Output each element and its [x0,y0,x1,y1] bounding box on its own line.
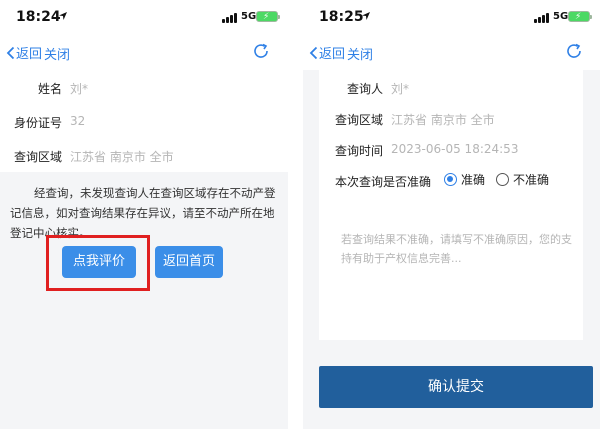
status-bar: 18:25 5G ⚡ [303,0,600,34]
network-type: 5G [553,11,569,22]
field-row-query-area: 查询区域 江苏省 南京市 全市 [0,138,288,172]
radio-accurate-label: 准确 [461,173,486,187]
radio-selected-icon [444,173,457,186]
field-value: 江苏省 南京市 全市 [391,113,495,127]
location-arrow-icon [362,12,370,20]
refresh-icon[interactable] [252,42,270,60]
location-arrow-icon [59,12,67,20]
field-value: 32 [70,114,86,128]
nav-bar: 返回 关闭 [303,34,600,70]
field-row-requester: 查询人 刘* [319,70,583,101]
left-phone-screen: 18:24 5G ⚡ 返回 关闭 姓名 刘* 身份证号 32 查询区域 江苏省 … [0,0,288,429]
field-value: 2023-06-05 18:24:53 [391,142,519,156]
field-label: 查询人 [347,82,384,96]
status-bar: 18:24 5G ⚡ [0,0,288,34]
back-label: 返回 [319,47,346,62]
field-value: 刘* [70,82,89,96]
rate-button[interactable]: 点我评价 [62,246,136,278]
network-type: 5G [241,11,257,22]
battery-icon: ⚡ [256,11,280,22]
chevron-left-icon [6,46,15,59]
result-message: 经查询，未发现查询人在查询区域存在不动产登记信息，如对查询结果存在异议，请至不动… [10,186,276,240]
back-button[interactable]: 返回 [309,43,345,62]
back-button[interactable]: 返回 [6,43,42,62]
screenshot-stage: 18:24 5G ⚡ 返回 关闭 姓名 刘* 身份证号 32 查询区域 江苏省 … [0,0,600,429]
radio-inaccurate-label: 不准确 [513,173,550,187]
accuracy-label: 本次查询是否准确 [335,175,432,189]
field-value: 江苏省 南京市 全市 [70,150,174,164]
status-time: 18:25 [319,9,364,25]
panel-divider [288,0,303,429]
close-button[interactable]: 关闭 [44,44,70,63]
refresh-icon[interactable] [565,42,583,60]
battery-icon: ⚡ [568,11,592,22]
field-label: 身份证号 [14,116,63,130]
right-phone-screen: 18:25 5G ⚡ 返回 关闭 查询人 刘* 查询区域 江苏省 南京市 全市 [303,0,600,429]
nav-bar: 返回 关闭 [0,34,288,70]
radio-accurate[interactable]: 准确 [444,171,485,188]
back-label: 返回 [16,47,43,62]
submit-button[interactable]: 确认提交 [319,366,593,408]
status-time: 18:24 [16,9,61,25]
reason-textarea[interactable]: 若查询结果不准确，请填写不准确原因，您的支持有助于产权信息完善... [341,230,577,268]
field-row-query-time: 查询时间 2023-06-05 18:24:53 [319,132,583,163]
field-value: 刘* [391,82,410,96]
accuracy-row: 本次查询是否准确 准确 不准确 [319,163,583,194]
radio-inaccurate[interactable]: 不准确 [496,171,549,188]
field-label: 查询时间 [335,144,384,158]
signal-icon [222,13,240,23]
signal-icon [534,13,552,23]
query-info-card: 姓名 刘* 身份证号 32 查询区域 江苏省 南京市 全市 [0,70,288,172]
radio-unselected-icon [496,173,509,186]
field-label: 查询区域 [335,113,384,127]
field-row-id-number: 身份证号 32 [0,104,288,138]
back-home-button[interactable]: 返回首页 [155,246,223,278]
field-label: 查询区域 [14,150,63,164]
close-button[interactable]: 关闭 [347,44,373,63]
chevron-left-icon [309,46,318,59]
field-row-name: 姓名 刘* [0,70,288,104]
field-row-query-area: 查询区域 江苏省 南京市 全市 [319,101,583,132]
feedback-panel: 查询人 刘* 查询区域 江苏省 南京市 全市 查询时间 2023-06-05 1… [319,70,583,340]
field-label: 姓名 [38,82,63,96]
